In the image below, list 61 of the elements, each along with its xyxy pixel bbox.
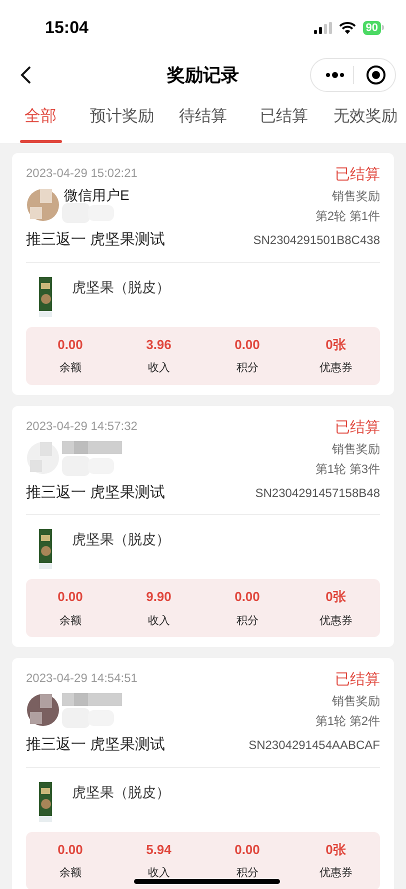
filter-tab[interactable]: 已结算 (260, 105, 308, 133)
status-label: 已结算 (335, 165, 380, 185)
filter-tab[interactable]: 待结算 (178, 105, 227, 133)
stat-value: 0.00 (234, 840, 260, 858)
stat-label: 积分 (236, 614, 258, 628)
stat-value: 0.00 (58, 588, 83, 606)
order-number: SN2304291457158B48 (255, 484, 380, 502)
stat-label: 优惠券 (319, 866, 352, 881)
stat-value: 9.90 (146, 588, 172, 606)
status-label: 已结算 (335, 418, 380, 438)
record-time: 2023-04-29 14:54:51 (26, 670, 138, 686)
round-info: 第1轮 第3件 (315, 460, 380, 478)
user-name: 微信用户E (64, 186, 130, 205)
stat-value: 0张 (326, 840, 346, 858)
product-name: 虎坚果（脱皮） (72, 530, 170, 549)
order-number: SN2304291454AABCAF (248, 737, 380, 754)
stat-label: 收入 (148, 361, 170, 376)
reward-type: 销售奖励 (332, 188, 380, 205)
battery-level: 90 (362, 20, 381, 34)
filter-tab[interactable]: 预计奖励 (90, 105, 154, 133)
stat-value: 0张 (326, 336, 346, 354)
activity-name: 推三返一 虎坚果测试 (26, 230, 166, 250)
record-time: 2023-04-29 14:57:32 (26, 418, 138, 434)
stat-label: 余额 (59, 360, 82, 376)
round-info: 第2轮 第1件 (315, 208, 380, 225)
stat-value: 3.96 (146, 336, 172, 354)
activity-name: 推三返一 虎坚果测试 (26, 482, 166, 502)
close-target-icon[interactable] (366, 65, 386, 85)
stat-value: 0张 (326, 588, 346, 606)
back-icon[interactable] (20, 66, 31, 84)
tab-underline (20, 140, 62, 143)
stat-value: 5.94 (146, 840, 172, 858)
reward-type: 销售奖励 (332, 440, 380, 458)
status-label: 已结算 (335, 670, 380, 690)
page-title: 奖励记录 (167, 64, 239, 86)
record-time: 2023-04-29 15:02:21 (26, 165, 138, 181)
filter-tab[interactable]: 全部 (24, 105, 57, 133)
stat-label: 积分 (236, 361, 258, 376)
stat-label: 积分 (236, 866, 258, 881)
stat-label: 收入 (148, 614, 170, 628)
stat-label: 收入 (148, 866, 170, 881)
order-number: SN2304291501B8C438 (253, 232, 380, 250)
product-name: 虎坚果（脱皮） (72, 278, 170, 296)
round-info: 第1轮 第2件 (315, 713, 380, 730)
status-time: 15:04 (45, 16, 88, 39)
reward-type: 销售奖励 (332, 693, 380, 710)
product-name: 虎坚果（脱皮） (72, 782, 170, 802)
stat-label: 余额 (59, 866, 82, 881)
activity-name: 推三返一 虎坚果测试 (26, 735, 166, 755)
stat-value: 0.00 (234, 336, 260, 354)
filter-tab[interactable]: 无效奖励 (333, 105, 398, 133)
stat-label: 优惠券 (319, 614, 352, 628)
stat-label: 余额 (59, 614, 82, 628)
signal-icon (314, 22, 332, 34)
more-icon[interactable] (325, 72, 345, 78)
stat-label: 优惠券 (319, 360, 352, 376)
stat-value: 0.00 (234, 588, 260, 606)
stat-value: 0.00 (58, 840, 83, 858)
wifi-icon (338, 22, 356, 34)
capsule-menu[interactable] (310, 58, 396, 92)
stat-value: 0.00 (58, 336, 83, 354)
